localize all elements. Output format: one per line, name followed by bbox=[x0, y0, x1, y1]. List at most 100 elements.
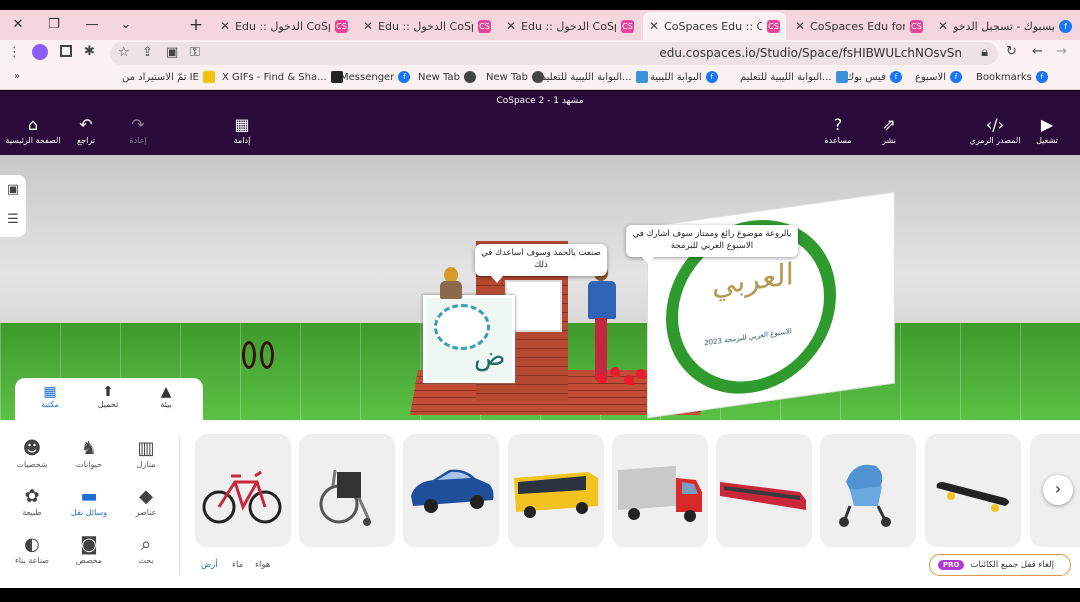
install-app-icon[interactable]: ▣ bbox=[166, 45, 178, 61]
bookmark-item[interactable]: البوابة الليبية للتعليم... bbox=[740, 71, 848, 83]
diamond-icon: ◆ bbox=[139, 486, 153, 507]
grid-icon: ▦ bbox=[234, 115, 250, 134]
browser-tab[interactable]: ✕ Edu :: الدخول CoSpaces CS bbox=[500, 12, 640, 40]
browser-tab[interactable]: ✕ Edu :: الدخول CoSpaces CS bbox=[357, 12, 497, 40]
omnibox[interactable]: ☆ ⇪ ▣ ⚿ edu.cospaces.io/Studio/Space/fsH… bbox=[110, 42, 998, 65]
scene-title[interactable]: CoSpace 2 - مشهد 1 bbox=[0, 96, 1080, 106]
window-minimize-button[interactable]: — bbox=[80, 14, 104, 36]
category-building-blocks[interactable]: ◐ صناعة بناء bbox=[4, 534, 60, 565]
subcategory-water[interactable]: ماء bbox=[232, 560, 243, 570]
unlock-all-objects-button[interactable]: PRO إلغاء قفل جميع الكائنات bbox=[929, 554, 1071, 576]
close-icon[interactable]: ✕ bbox=[938, 19, 948, 33]
url-text[interactable]: edu.cospaces.io/Studio/Space/fsHIBWULchN… bbox=[659, 46, 962, 60]
code-icon: ‹/› bbox=[985, 115, 1005, 134]
close-icon[interactable]: ✕ bbox=[649, 19, 659, 33]
bookmark-item[interactable]: New Tab bbox=[486, 71, 544, 83]
window-restore-button[interactable]: ❐ bbox=[42, 14, 66, 36]
play-button[interactable]: ▶ تشغيل bbox=[1022, 116, 1072, 146]
subcategory-air[interactable]: هواء bbox=[255, 560, 270, 570]
next-items-button[interactable]: › bbox=[1043, 475, 1073, 505]
tab-search-dropdown[interactable]: ⌄ bbox=[114, 14, 138, 36]
bookmark-item[interactable]: Messenger f bbox=[340, 71, 411, 83]
category-buildings[interactable]: ▥ منازل bbox=[118, 438, 174, 469]
reload-icon[interactable]: ↻ bbox=[1006, 44, 1017, 60]
subcategory-land[interactable]: أرض bbox=[201, 560, 218, 570]
bookmark-item[interactable]: X GIFs - Find & Sha... bbox=[222, 71, 343, 83]
window-close-button[interactable]: ✕ bbox=[6, 14, 30, 36]
close-icon[interactable]: ✕ bbox=[795, 19, 805, 33]
key-icon[interactable]: ⚿ bbox=[190, 45, 200, 61]
tab-upload[interactable]: ⬆ تحميل bbox=[83, 384, 133, 409]
wheel-shape bbox=[242, 341, 256, 369]
truck-icon bbox=[618, 466, 702, 522]
folder-icon bbox=[202, 71, 215, 83]
close-icon[interactable]: ✕ bbox=[363, 19, 373, 33]
bookmark-star-icon[interactable]: ☆ bbox=[118, 45, 130, 61]
item-stroller[interactable] bbox=[820, 434, 916, 547]
cospaces-icon: CS bbox=[910, 19, 923, 33]
speech-bubble-left[interactable]: صنعت يالحمد وسوف اساعدك في ذلك bbox=[475, 244, 607, 283]
menu-kebab-icon[interactable]: ⋮ bbox=[8, 45, 21, 61]
facebook-icon: f bbox=[889, 71, 902, 83]
bookmark-item[interactable]: البوابة الليبية f bbox=[650, 71, 718, 83]
close-icon[interactable]: ✕ bbox=[506, 19, 516, 33]
item-car[interactable] bbox=[403, 434, 499, 547]
person-icon: ☻ bbox=[22, 438, 42, 459]
redo-label: إعادة bbox=[129, 136, 147, 145]
item-bicycle[interactable] bbox=[195, 434, 291, 547]
tab-environment[interactable]: ▲ بيئة bbox=[141, 384, 191, 409]
bookmark-label: New Tab bbox=[486, 71, 528, 83]
bookmark-item[interactable]: البوابة الليبية للتعليم... bbox=[540, 71, 648, 83]
scene-poster[interactable]: ض bbox=[423, 295, 515, 383]
sidebar-icon[interactable] bbox=[60, 45, 72, 57]
share-icon[interactable]: ⇪ bbox=[142, 45, 153, 61]
share-button[interactable]: ⇗ نشر bbox=[859, 116, 919, 146]
library-divider bbox=[179, 435, 180, 575]
home-button[interactable]: ⌂ الصفحة الرئيسية bbox=[3, 116, 63, 146]
item-skateboard[interactable] bbox=[925, 434, 1021, 547]
bookmarks-overflow-button[interactable]: » bbox=[14, 71, 20, 82]
item-wheelchair[interactable] bbox=[299, 434, 395, 547]
bookmark-item[interactable]: Bookmarks f bbox=[976, 71, 1048, 83]
cospaces-icon: CS bbox=[621, 19, 634, 33]
item-truck[interactable] bbox=[612, 434, 708, 547]
undo-button[interactable]: ↶ تراجع bbox=[56, 116, 116, 146]
category-animals[interactable]: ♞ حيوانات bbox=[61, 438, 117, 469]
gallery-icon[interactable]: ▣ bbox=[0, 175, 26, 205]
redo-button[interactable]: ↷ إعادة bbox=[108, 116, 168, 146]
item-bus[interactable] bbox=[508, 434, 604, 547]
speech-bubble-right[interactable]: بالروعة موضوع رائع وممتاز سوف اشارك في ا… bbox=[626, 225, 798, 264]
category-characters[interactable]: ☻ شخصيات bbox=[4, 438, 60, 469]
category-nature[interactable]: ✿ طبيعة bbox=[4, 486, 60, 517]
bookmark-item[interactable]: فيس بوك f bbox=[846, 71, 902, 83]
item-train[interactable] bbox=[716, 434, 812, 547]
bookmark-item[interactable]: الاسبوع f bbox=[915, 71, 963, 83]
grid-button[interactable]: ▦ إدامة bbox=[212, 115, 272, 146]
grid-icon: ▦ bbox=[43, 384, 57, 400]
category-custom[interactable]: ◙ مخصص bbox=[61, 534, 117, 565]
scene-bicycle[interactable] bbox=[242, 323, 286, 375]
bookmark-item[interactable]: New Tab bbox=[418, 71, 476, 83]
new-tab-button[interactable]: + bbox=[184, 14, 208, 36]
code-button[interactable]: ‹/› المصدر الرمزي bbox=[962, 115, 1028, 146]
list-icon[interactable]: ☰ bbox=[0, 205, 26, 235]
lock-icon[interactable]: 🔒︎ bbox=[981, 45, 988, 61]
category-search[interactable]: ⌕ بحث bbox=[118, 534, 174, 565]
back-icon[interactable]: ← bbox=[1032, 44, 1043, 60]
category-transport[interactable]: ▬ وسائل نقل bbox=[61, 486, 117, 517]
extensions-icon[interactable]: ✱ bbox=[84, 44, 95, 60]
browser-tab-active[interactable]: ✕ CoSpaces Edu :: CoSp CS bbox=[643, 12, 786, 40]
browser-tab[interactable]: ✕ Edu :: الدخول CoSpaces CS bbox=[214, 12, 354, 40]
tab-library[interactable]: ▦ مكتبة bbox=[25, 384, 75, 409]
forward-icon[interactable]: → bbox=[1056, 44, 1067, 60]
profile-avatar[interactable] bbox=[32, 44, 48, 60]
browser-tab[interactable]: ✕ CoSpaces Edu for kids CS bbox=[789, 12, 929, 40]
scene-flowers[interactable] bbox=[590, 365, 650, 405]
browser-tab[interactable]: ✕ فيسبوك - تسجيل الدخو f bbox=[932, 12, 1078, 40]
bookmark-item[interactable]: تمّ الاستيراد من IE bbox=[122, 71, 215, 83]
category-items[interactable]: ◆ عناصر bbox=[118, 486, 174, 517]
globe-icon bbox=[463, 71, 476, 83]
close-icon[interactable]: ✕ bbox=[220, 19, 230, 33]
bookmark-label: تمّ الاستيراد من IE bbox=[122, 71, 199, 83]
flower-shape bbox=[610, 367, 620, 377]
